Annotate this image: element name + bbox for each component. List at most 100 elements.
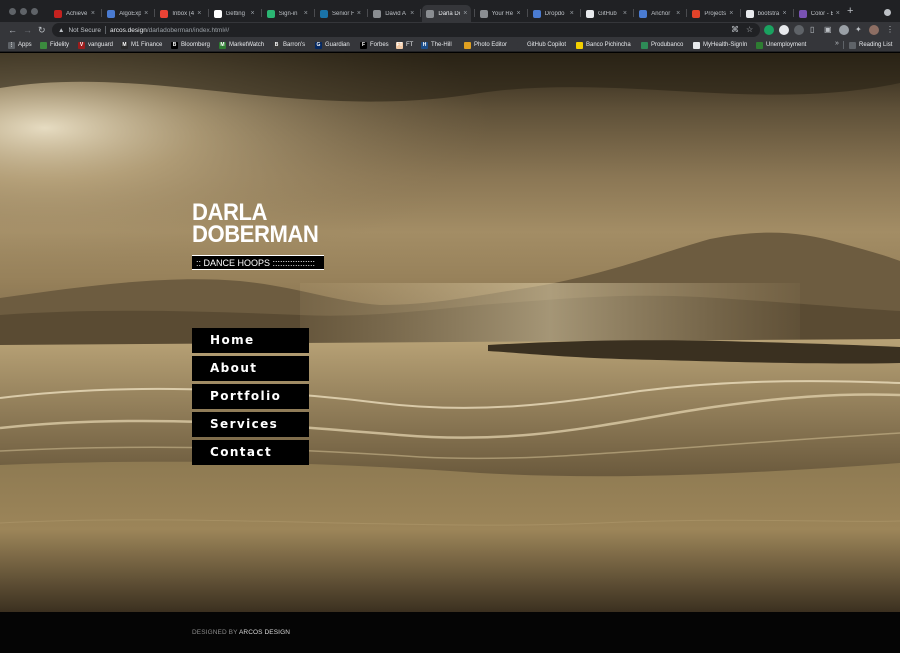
bookmark-item[interactable]: M MarketWatch <box>219 40 264 50</box>
browser-tab[interactable]: Color - B × <box>795 5 844 22</box>
browser-tab[interactable]: Senior F × <box>316 5 365 22</box>
browser-tab[interactable]: Anchor × <box>635 5 684 22</box>
bookmark-item[interactable]: Produbanco <box>641 40 683 50</box>
profile-avatar[interactable] <box>869 25 879 35</box>
tab-close-icon[interactable]: × <box>357 10 361 17</box>
browser-tab[interactable]: bootstra × <box>742 5 791 22</box>
tab-separator <box>154 9 156 17</box>
banco-pichincha-icon <box>576 41 583 49</box>
bookmark-item[interactable]: B Bloomberg <box>171 40 210 50</box>
bookmark-label: Bloomberg <box>181 42 211 48</box>
tab-close-icon[interactable]: × <box>251 10 255 17</box>
tab-close-icon[interactable]: × <box>463 10 467 17</box>
reading-list-label: Reading List <box>859 42 893 48</box>
window-close-button[interactable] <box>9 8 16 15</box>
extension-icon[interactable] <box>794 25 804 35</box>
bookmark-item[interactable]: F Forbes <box>360 40 389 50</box>
bookmarks-divider <box>843 41 844 49</box>
browser-tab[interactable]: GitHub × <box>582 5 631 22</box>
tab-title: Projects <box>704 10 727 17</box>
tab-close-icon[interactable]: × <box>91 10 95 17</box>
tab-close-icon[interactable]: × <box>729 10 733 17</box>
forward-button[interactable]: → <box>23 24 32 36</box>
reading-list-button[interactable]: Reading List <box>849 40 892 50</box>
bookmark-item[interactable]: Fidelity <box>40 40 69 50</box>
web-page: DARLA DOBERMAN :: DANCE HOOPS ::::::::::… <box>0 53 900 653</box>
bookmark-item[interactable]: B Barron's <box>273 40 305 50</box>
tab-close-icon[interactable]: × <box>783 10 787 17</box>
produbanco-icon <box>641 41 648 49</box>
tab-close-icon[interactable]: × <box>517 10 521 17</box>
qr-code-icon[interactable]: ⌘ <box>731 25 739 34</box>
window-zoom-button[interactable] <box>31 8 38 15</box>
nav-link-portfolio[interactable]: Portfolio <box>192 384 309 409</box>
tab-close-icon[interactable]: × <box>836 10 840 17</box>
browser-tab[interactable]: AlgoExp × <box>103 5 152 22</box>
extension-icon[interactable] <box>839 25 849 35</box>
reload-button[interactable]: ↻ <box>38 24 46 36</box>
nav-link-about[interactable]: About <box>192 356 309 381</box>
ft-icon: FT <box>396 41 403 49</box>
bookmark-item[interactable]: MyHealth-SignIn <box>693 40 747 50</box>
browser-tab[interactable]: Dropdo × <box>529 5 578 22</box>
tab-separator <box>101 9 103 17</box>
nav-link-home[interactable]: Home <box>192 328 309 353</box>
guardian-icon: G <box>315 41 322 49</box>
reading-list-icon <box>849 41 856 49</box>
github-copilot-icon <box>517 41 524 49</box>
tab-favicon-icon <box>692 9 701 18</box>
vanguard-icon: V <box>78 41 85 49</box>
bookmark-item[interactable]: Photo Editor <box>464 40 507 50</box>
bookmark-item[interactable]: GitHub Copilot <box>517 40 566 50</box>
tab-close-icon[interactable]: × <box>144 10 148 17</box>
bookmark-item[interactable]: H The-Hill <box>421 40 452 50</box>
tab-search-button[interactable] <box>884 9 891 16</box>
bookmark-item[interactable]: ⋮ Apps <box>8 40 32 50</box>
bookmark-item[interactable]: FT FT <box>396 40 413 50</box>
logo-line-last-name: DOBERMAN <box>192 221 319 248</box>
tab-close-icon[interactable]: × <box>676 10 680 17</box>
tab-close-icon[interactable]: × <box>304 10 308 17</box>
bookmark-item[interactable]: G Guardian <box>315 40 350 50</box>
tab-favicon-icon <box>798 9 807 18</box>
browser-tab[interactable]: Getting × <box>210 5 259 22</box>
tab-close-icon[interactable]: × <box>410 10 414 17</box>
tab-close-icon[interactable]: × <box>623 10 627 17</box>
browser-tab[interactable]: Achieve × <box>50 5 99 22</box>
nav-link-contact[interactable]: Contact <box>192 440 309 465</box>
extension-icon[interactable] <box>779 25 789 35</box>
back-button[interactable]: ← <box>8 24 17 36</box>
bookmarks-overflow-button[interactable]: » <box>835 40 839 47</box>
tab-close-icon[interactable]: × <box>570 10 574 17</box>
warning-icon: ▲ <box>58 26 65 34</box>
new-tab-button[interactable]: + <box>847 6 853 17</box>
window-minimize-button[interactable] <box>20 8 27 15</box>
browser-tab[interactable]: David A × <box>369 5 418 22</box>
site-logo[interactable]: DARLA DOBERMAN <box>192 201 329 248</box>
browser-menu-icon[interactable]: ⋮ <box>886 25 894 34</box>
bookmark-item[interactable]: Vvanguard <box>78 40 113 50</box>
bookmark-item[interactable]: Banco Pichincha <box>576 40 631 50</box>
grammarly-extension-icon[interactable] <box>764 25 774 35</box>
browser-tab[interactable]: Your Re × <box>476 5 525 22</box>
bookmark-item[interactable]: M M1 Finance <box>121 40 162 50</box>
bookmark-label: Forbes <box>370 42 389 48</box>
extension-icon[interactable]: ▣ <box>824 25 832 34</box>
main-navigation: Home About Portfolio Services Contact <box>192 328 309 468</box>
bookmark-star-icon[interactable]: ☆ <box>746 25 753 34</box>
bookmark-item[interactable]: Unemployment <box>756 40 806 50</box>
address-bar[interactable]: ▲ Not Secure arcos.design /darladoberman… <box>52 23 760 37</box>
tab-close-icon[interactable]: × <box>197 10 201 17</box>
bookmark-label: Fidelity <box>50 42 70 48</box>
extensions-puzzle-icon[interactable]: ✦ <box>855 25 862 34</box>
browser-tab[interactable]: Sign-in × <box>263 5 312 22</box>
browser-tab[interactable]: Darla Do × <box>422 5 472 22</box>
unemployment-icon <box>756 41 763 49</box>
bookmark-label: Produbanco <box>651 42 684 48</box>
browser-toolbar: ← → ↻ ▲ Not Secure arcos.design /darlado… <box>0 22 900 38</box>
bookmark-extension-icon[interactable]: ▯ <box>810 25 814 34</box>
credit-name-link[interactable]: ARCOS DESIGN <box>239 629 290 636</box>
browser-tab[interactable]: Projects × <box>688 5 737 22</box>
nav-link-services[interactable]: Services <box>192 412 309 437</box>
browser-tab[interactable]: Inbox (4 × <box>156 5 205 22</box>
